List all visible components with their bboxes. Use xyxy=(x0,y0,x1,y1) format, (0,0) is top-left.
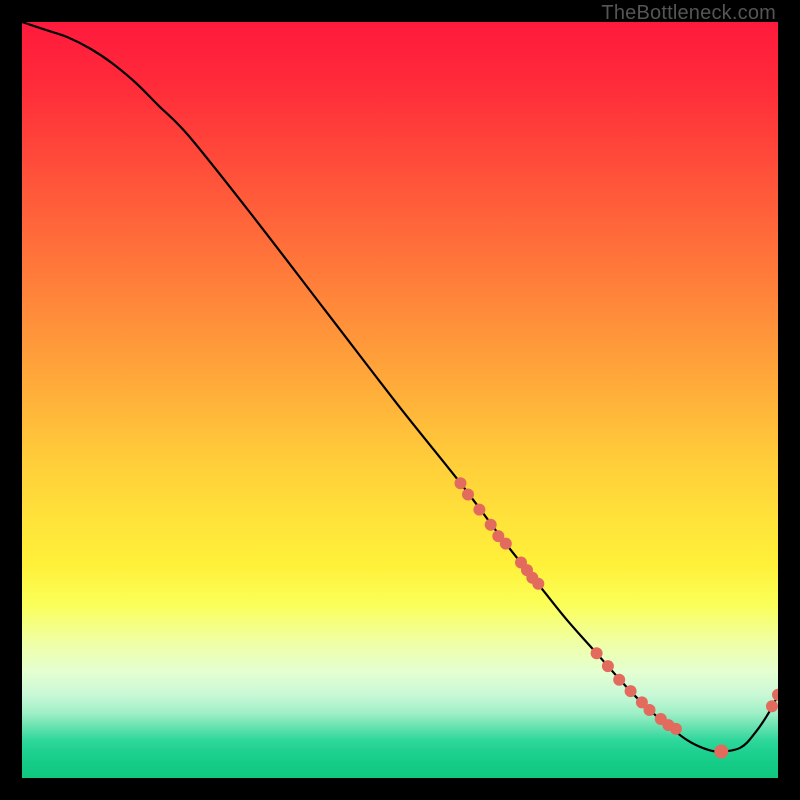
data-point xyxy=(485,519,497,531)
data-point xyxy=(766,700,778,712)
data-point xyxy=(613,674,625,686)
data-point xyxy=(772,689,778,701)
data-point xyxy=(670,723,682,735)
data-point xyxy=(500,538,512,550)
data-point xyxy=(644,704,656,716)
data-point xyxy=(532,578,544,590)
data-point xyxy=(591,647,603,659)
data-point xyxy=(714,745,728,759)
chart-stage: TheBottleneck.com xyxy=(0,0,800,800)
data-point xyxy=(455,477,467,489)
bottleneck-curve xyxy=(22,22,778,752)
data-point xyxy=(462,489,474,501)
data-point xyxy=(473,504,485,516)
data-point xyxy=(625,685,637,697)
watermark-text: TheBottleneck.com xyxy=(601,2,776,25)
plot-area xyxy=(22,22,778,778)
chart-svg xyxy=(22,22,778,778)
data-points-group xyxy=(455,477,779,758)
data-point xyxy=(602,660,614,672)
